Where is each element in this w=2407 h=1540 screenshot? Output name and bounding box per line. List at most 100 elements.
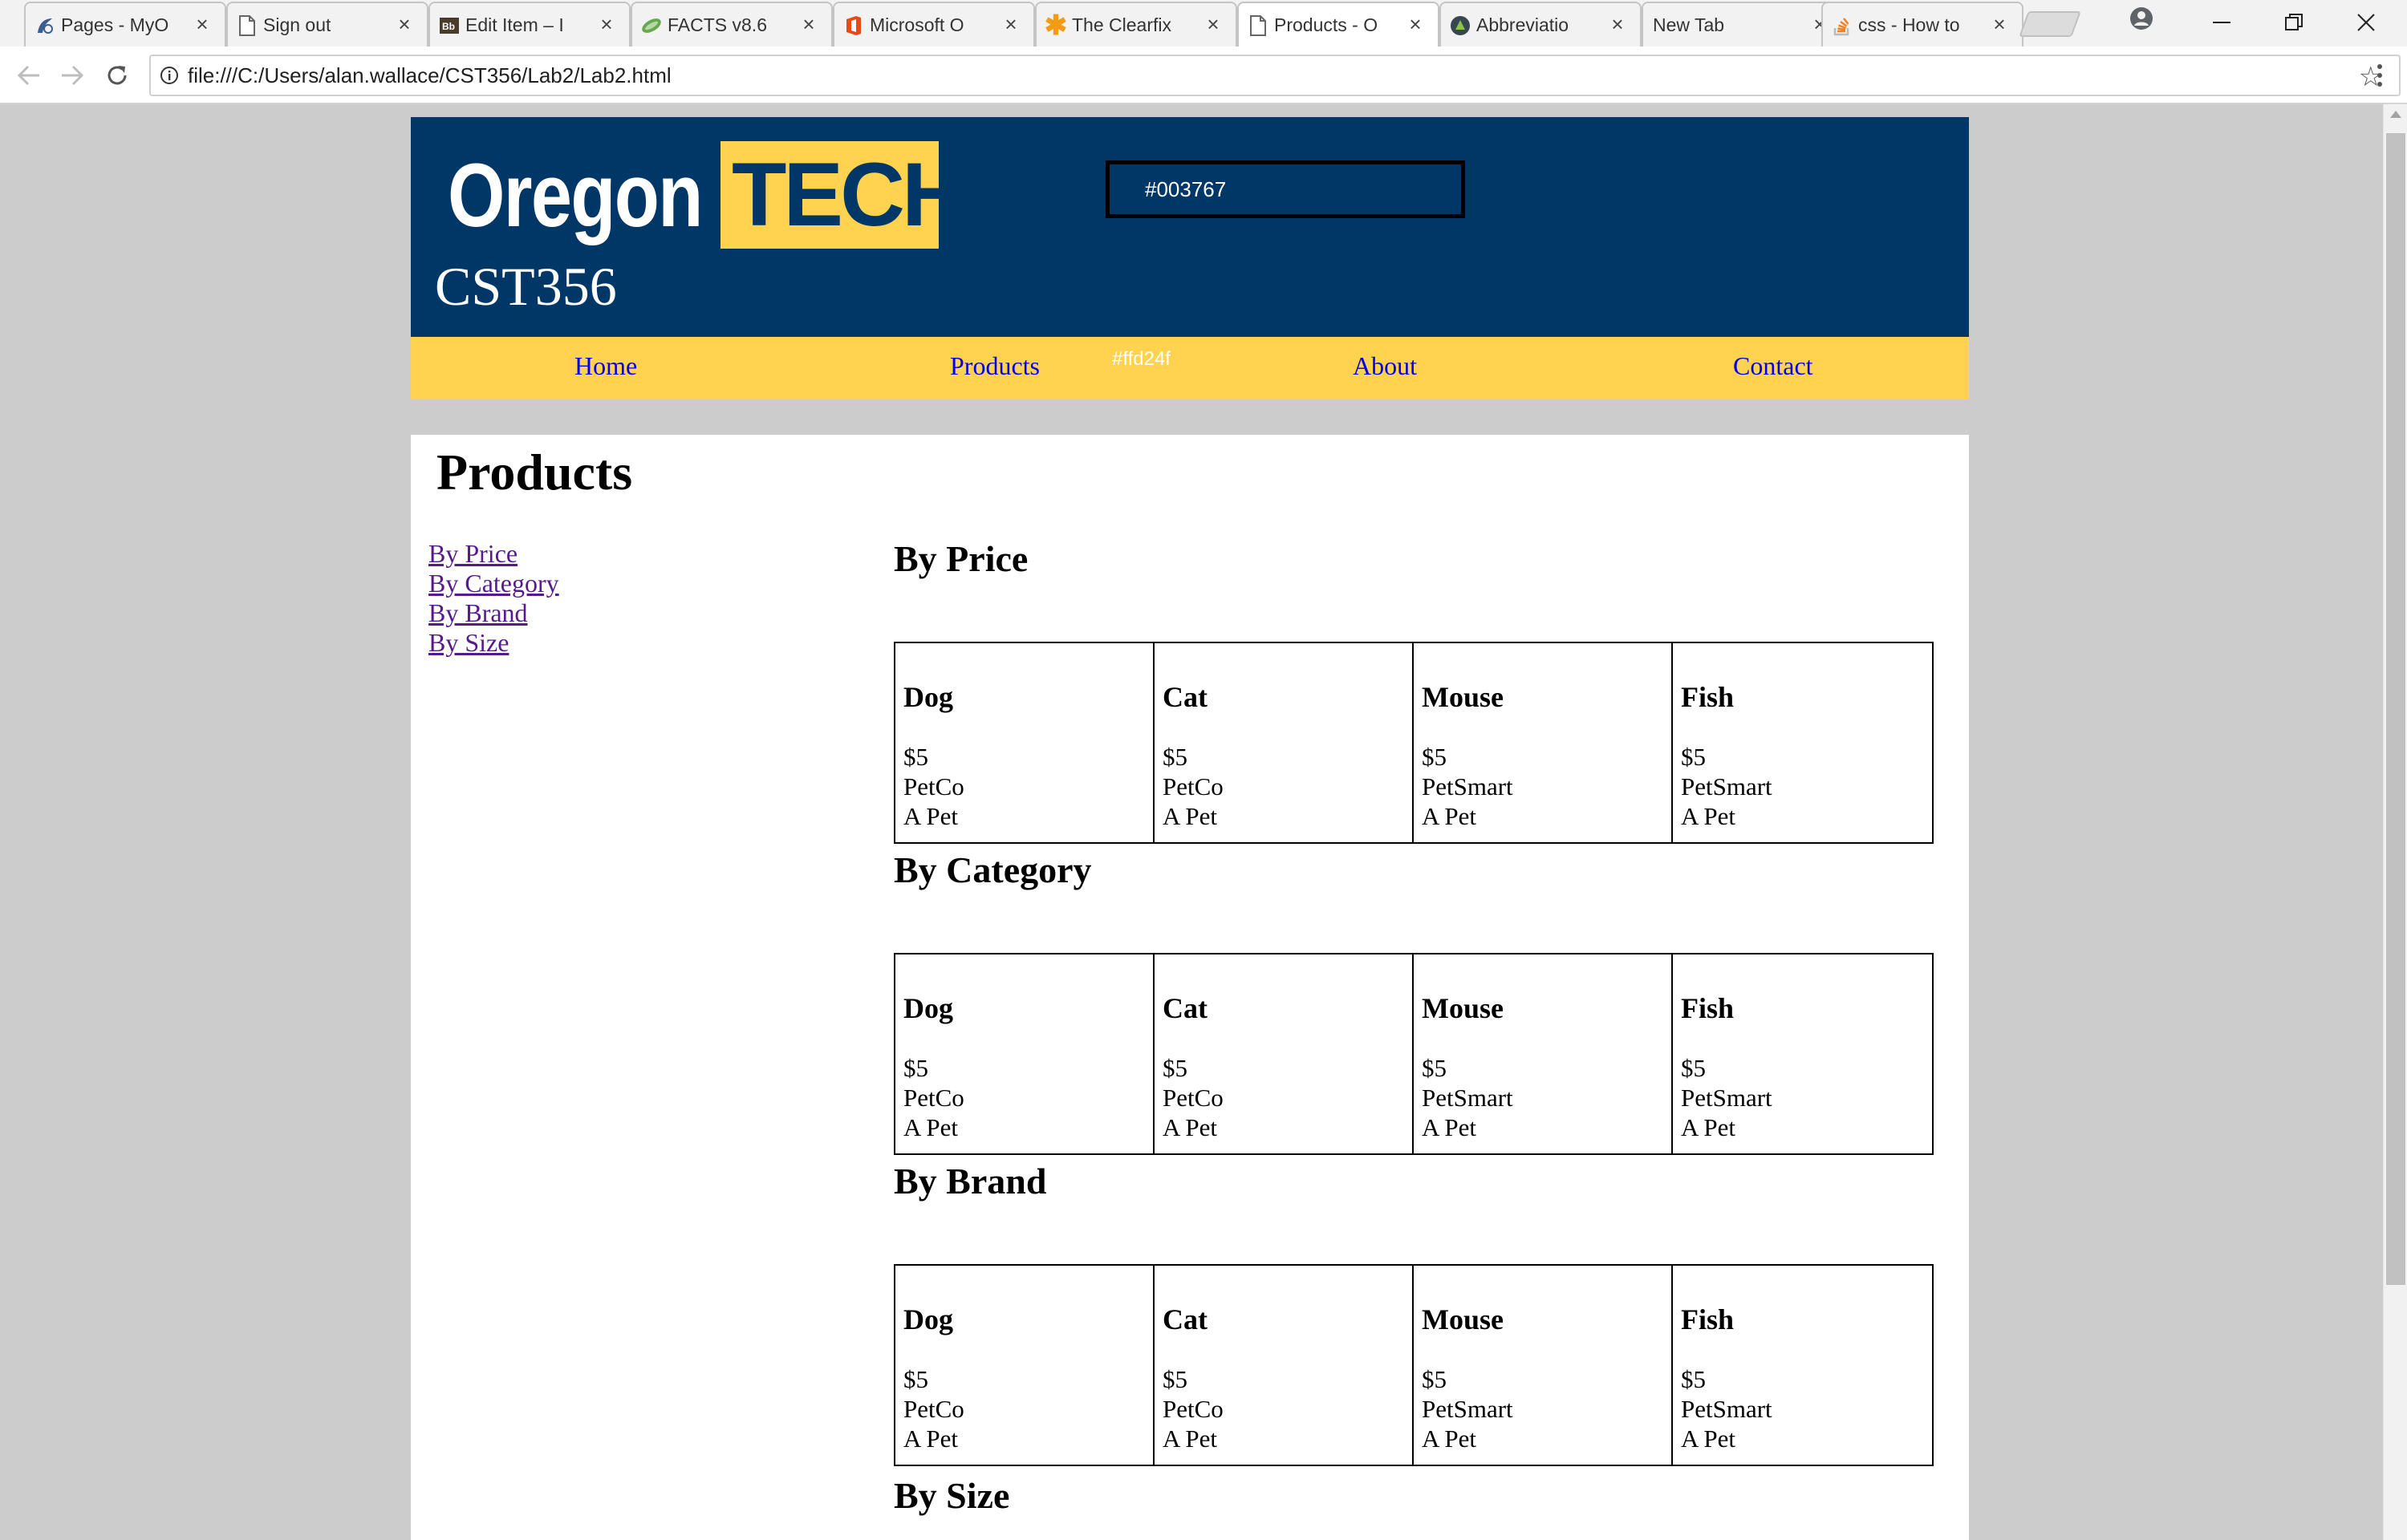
tab-title: The Clearfix xyxy=(1072,14,1171,35)
tab-facts[interactable]: FACTS v8.6 × xyxy=(631,2,833,47)
close-icon[interactable]: × xyxy=(1987,11,2012,37)
product-brand: PetSmart xyxy=(1681,1395,1772,1423)
close-icon[interactable]: × xyxy=(189,11,215,37)
product-cell: Cat $5 PetCo A Pet xyxy=(1155,954,1414,1153)
product-category: A Pet xyxy=(1681,1113,1736,1141)
page-title: Products xyxy=(436,444,633,500)
nav-link-about[interactable]: About xyxy=(1353,351,1417,381)
side-link-by-category[interactable]: By Category xyxy=(428,569,559,598)
tab-sign-out[interactable]: Sign out × xyxy=(226,2,428,47)
close-icon[interactable]: × xyxy=(1605,11,1630,37)
new-tab-button[interactable] xyxy=(2019,11,2081,37)
page-scrollbar[interactable] xyxy=(2383,104,2407,1540)
oregon-tech-logo[interactable]: Oregon TECH xyxy=(448,141,939,249)
product-name: Mouse xyxy=(1422,992,1504,1024)
product-name: Cat xyxy=(1163,1303,1208,1335)
product-brand: PetCo xyxy=(903,1084,964,1112)
nav-link-home[interactable]: Home xyxy=(574,351,637,381)
nav-color-label: #ffd24f xyxy=(1112,348,1171,370)
scroll-up-arrow-icon[interactable] xyxy=(2390,111,2401,118)
site-header: Oregon TECH CST356 #003767 xyxy=(411,117,1969,337)
address-bar[interactable]: file:///C:/Users/alan.wallace/CST356/Lab… xyxy=(149,55,2401,96)
close-icon[interactable]: × xyxy=(1200,11,1226,37)
product-name: Cat xyxy=(1163,681,1208,713)
close-icon[interactable]: × xyxy=(1402,11,1428,37)
minimize-icon[interactable] xyxy=(2186,0,2258,45)
facts-icon xyxy=(640,14,663,37)
tab-strip: Pages - MyO × Sign out × Bb Edit Item – … xyxy=(0,0,2407,47)
tab-clearfix[interactable]: ✱ The Clearfix × xyxy=(1035,2,1237,47)
tab-abbreviation[interactable]: Abbreviatio × xyxy=(1439,2,1642,47)
edit-icon: Bb xyxy=(438,14,461,37)
product-name: Mouse xyxy=(1422,681,1504,713)
close-icon[interactable]: × xyxy=(796,11,822,37)
product-price: $5 xyxy=(1422,1365,1447,1393)
tab-microsoft-office[interactable]: Microsoft O × xyxy=(833,2,1035,47)
forward-arrow-icon[interactable] xyxy=(53,56,91,95)
url-text[interactable]: file:///C:/Users/alan.wallace/CST356/Lab… xyxy=(188,63,672,88)
tab-title: New Tab xyxy=(1653,14,1725,35)
product-cell: Dog $5 PetCo A Pet xyxy=(895,1266,1155,1465)
product-category: A Pet xyxy=(903,1424,959,1453)
tab-title: css - How to xyxy=(1858,14,1960,35)
product-category: A Pet xyxy=(1422,1424,1477,1453)
stackoverflow-icon xyxy=(1831,14,1853,37)
product-category: A Pet xyxy=(1163,1424,1218,1453)
product-name: Fish xyxy=(1681,1303,1735,1335)
tab-pages[interactable]: Pages - MyO × xyxy=(24,2,226,47)
nav-link-contact[interactable]: Contact xyxy=(1733,351,1813,381)
product-category: A Pet xyxy=(1422,802,1477,830)
close-icon[interactable]: × xyxy=(998,11,1024,37)
product-cell: Dog $5 PetCo A Pet xyxy=(895,643,1155,842)
side-link-by-size[interactable]: By Size xyxy=(428,628,559,658)
office-icon xyxy=(842,14,865,37)
product-brand: PetSmart xyxy=(1681,772,1772,800)
menu-icon[interactable] xyxy=(2364,58,2396,93)
side-link-by-brand[interactable]: By Brand xyxy=(428,598,559,628)
product-category: A Pet xyxy=(1163,1113,1218,1141)
close-icon[interactable]: × xyxy=(594,11,619,37)
close-window-icon[interactable] xyxy=(2330,0,2402,45)
close-icon[interactable]: × xyxy=(392,11,417,37)
product-brand: PetSmart xyxy=(1422,1395,1513,1423)
tab-new-tab[interactable]: New Tab × xyxy=(1642,2,1844,47)
product-table-by-price: Dog $5 PetCo A Pet Cat $5 PetCo A Pet Mo… xyxy=(894,642,1934,844)
scrollbar-thumb[interactable] xyxy=(2386,133,2405,1285)
product-brand: PetSmart xyxy=(1422,772,1513,800)
product-price: $5 xyxy=(903,743,928,771)
product-category: A Pet xyxy=(1422,1113,1477,1141)
restore-icon[interactable] xyxy=(2258,0,2330,45)
section-title-by-price: By Price xyxy=(894,538,1029,579)
tab-title: Abbreviatio xyxy=(1476,14,1569,35)
product-name: Mouse xyxy=(1422,1303,1504,1335)
tab-title: Edit Item – I xyxy=(465,14,564,35)
product-brand: PetCo xyxy=(1163,1395,1224,1423)
product-brand: PetCo xyxy=(903,772,964,800)
tab-products[interactable]: Products - O × xyxy=(1237,2,1439,47)
product-cell: Fish $5 PetSmart A Pet xyxy=(1673,643,1932,842)
page-viewport: Oregon TECH CST356 #003767 Home Products… xyxy=(0,104,2383,1540)
page-icon xyxy=(34,14,56,37)
product-price: $5 xyxy=(1163,1054,1187,1082)
product-name: Dog xyxy=(903,1303,953,1335)
side-links: By Price By Category By Brand By Size xyxy=(428,539,559,658)
tab-title: Products - O xyxy=(1274,14,1378,35)
product-price: $5 xyxy=(1422,743,1447,771)
header-color-box[interactable]: #003767 xyxy=(1106,160,1465,218)
product-price: $5 xyxy=(1163,1365,1187,1393)
course-code: CST356 xyxy=(435,256,617,317)
product-price: $5 xyxy=(1681,1365,1706,1393)
product-name: Dog xyxy=(903,992,953,1024)
main-content: Products By Price By Category By Brand B… xyxy=(411,435,1969,1540)
tab-edit-item[interactable]: Bb Edit Item – I × xyxy=(428,2,631,47)
reload-icon[interactable] xyxy=(98,56,136,95)
product-category: A Pet xyxy=(1163,802,1218,830)
profile-icon[interactable] xyxy=(2128,5,2155,32)
product-name: Dog xyxy=(903,681,953,713)
product-price: $5 xyxy=(903,1365,928,1393)
back-arrow-icon[interactable] xyxy=(10,56,48,95)
side-link-by-price[interactable]: By Price xyxy=(428,539,559,569)
tab-css-how-to[interactable]: css - How to × xyxy=(1821,2,2023,47)
nav-link-products[interactable]: Products xyxy=(950,351,1040,381)
info-icon[interactable] xyxy=(151,56,188,95)
